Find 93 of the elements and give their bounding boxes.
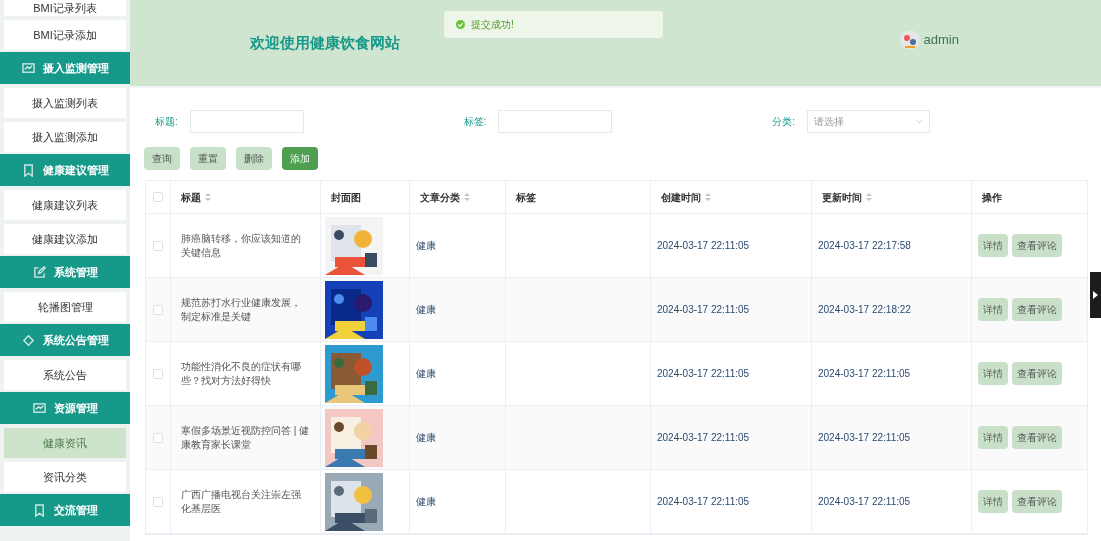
sidebar-item[interactable]: 健康建议列表 — [4, 190, 126, 220]
sidebar-group-label: 健康建议管理 — [42, 162, 109, 178]
table-cell: 寒假多场景近视防控问答 | 健康教育家长课堂 — [181, 423, 310, 452]
checkbox[interactable] — [153, 304, 163, 315]
sidebar-group[interactable]: 摄入监测管理 — [0, 52, 130, 84]
action-button[interactable]: 删除 — [236, 147, 272, 170]
table-cell-text: 功能性消化不良的症状有哪些？找对方法好得快 — [181, 359, 302, 388]
table-cell-text: 2024-03-17 22:11:05 — [818, 495, 911, 509]
chart-icon — [32, 401, 46, 415]
sort-icon[interactable] — [705, 193, 711, 201]
sidebar-group[interactable]: 系统管理 — [0, 256, 130, 288]
row-button[interactable]: 查看评论 — [1012, 426, 1062, 449]
sidebar-group-label: 资源管理 — [53, 400, 98, 416]
table-cell-text: 2024-03-17 22:11:05 — [657, 239, 750, 253]
chevron-down-icon — [916, 119, 923, 124]
column-header: 标签 — [516, 190, 536, 205]
side-toggle-tab[interactable] — [1090, 272, 1101, 318]
chart-icon — [21, 61, 35, 75]
column-header: 操作 — [982, 190, 1002, 205]
table-cell-text: 2024-03-17 22:11:05 — [657, 367, 750, 381]
column-header: 文章分类 — [420, 189, 470, 205]
row-button[interactable]: 查看评论 — [1012, 234, 1062, 257]
success-icon — [456, 20, 465, 29]
row-button[interactable]: 详情 — [978, 490, 1008, 513]
sidebar-group[interactable]: 交流管理 — [0, 494, 130, 526]
filter-label: 标签: — [463, 115, 487, 129]
checkbox[interactable] — [153, 368, 163, 379]
table-cell-text: 2024-03-17 22:18:22 — [818, 303, 911, 317]
column-header: 更新时间 — [822, 189, 872, 205]
sidebar-item[interactable]: 健康建议添加 — [4, 224, 126, 254]
sidebar-group-label: 摄入监测管理 — [42, 60, 109, 76]
table-cell-text: 广西广播电视台关注崇左强化基层医 — [181, 487, 302, 516]
row-button[interactable]: 查看评论 — [1012, 298, 1062, 321]
row-button[interactable]: 详情 — [978, 362, 1008, 385]
diamond-icon — [21, 333, 35, 347]
sidebar-item[interactable]: 资讯分类 — [4, 462, 126, 492]
action-button[interactable]: 查询 — [144, 147, 180, 170]
toast-message: 提交成功! — [471, 18, 514, 32]
sidebar-group-label: 交流管理 — [53, 502, 98, 518]
checkbox[interactable] — [153, 192, 163, 202]
category-select[interactable]: 请选择 — [807, 110, 930, 133]
table-cell-text: 2024-03-17 22:11:05 — [657, 303, 750, 317]
row-button[interactable]: 详情 — [978, 234, 1008, 257]
edit-icon — [32, 265, 46, 279]
table-cell-text: 健康 — [416, 431, 436, 445]
table-cell-text: 健康 — [416, 303, 436, 317]
sidebar-group[interactable]: 健康建议管理 — [0, 154, 130, 186]
checkbox[interactable] — [153, 240, 163, 251]
filter-label: 分类: — [772, 115, 795, 129]
table-cell-text: 2024-03-17 22:11:05 — [657, 431, 750, 445]
checkbox[interactable] — [153, 432, 163, 443]
table-cell-text: 2024-03-17 22:11:05 — [818, 367, 911, 381]
sidebar-group-label: 系统管理 — [53, 264, 98, 280]
sort-icon[interactable] — [205, 193, 211, 201]
site-title: 欢迎使用健康饮食网站 — [250, 32, 400, 53]
row-button[interactable]: 查看评论 — [1012, 362, 1062, 385]
row-button[interactable]: 详情 — [978, 426, 1008, 449]
sidebar-group-label: 系统公告管理 — [42, 332, 109, 348]
sort-icon[interactable] — [866, 193, 872, 201]
filter-input[interactable] — [498, 110, 613, 133]
table-cell-text: 2024-03-17 22:11:05 — [657, 495, 750, 509]
column-header: 封面图 — [331, 190, 361, 205]
table-cell-text: 规范苏打水行业健康发展，制定标准是关键 — [181, 295, 302, 324]
action-button[interactable]: 添加 — [282, 147, 318, 170]
sidebar-item[interactable]: 轮播图管理 — [4, 292, 126, 322]
sort-icon[interactable] — [464, 193, 470, 201]
caret-right-icon — [1093, 291, 1098, 299]
table-cell-text: 肺癌脑转移，你应该知道的关键信息 — [181, 231, 302, 260]
table-cell-text: 健康 — [416, 367, 436, 381]
sidebar-group[interactable]: 系统公告管理 — [0, 324, 130, 356]
action-button[interactable]: 重置 — [190, 147, 226, 170]
bookmark-icon — [32, 503, 46, 517]
sidebar-item[interactable]: 系统公告 — [4, 360, 126, 390]
avatar-icon — [899, 30, 920, 50]
filter-input[interactable] — [189, 110, 304, 133]
column-header: 创建时间 — [661, 189, 711, 205]
sidebar-item[interactable]: BMI记录添加 — [4, 20, 126, 50]
table-cell-text: 2024-03-17 22:17:58 — [818, 239, 911, 253]
table-cell-text: 2024-03-17 22:11:05 — [818, 431, 911, 445]
username: admin — [923, 31, 959, 50]
sidebar-item[interactable]: 摄入监测添加 — [4, 122, 126, 152]
table-cell-text: 健康 — [416, 239, 436, 253]
row-button[interactable]: 查看评论 — [1012, 490, 1062, 513]
checkbox[interactable] — [153, 496, 163, 507]
sidebar-item[interactable]: 摄入监测列表 — [4, 88, 126, 118]
table-cell-text: 健康 — [416, 495, 436, 509]
column-header: 标题 — [181, 189, 211, 205]
sidebar-group[interactable]: 资源管理 — [0, 392, 130, 424]
row-button[interactable]: 详情 — [978, 298, 1008, 321]
bookmark-icon — [21, 163, 35, 177]
sidebar-item[interactable]: BMI记录列表 — [4, 0, 126, 16]
filter-label: 标题: — [155, 115, 178, 129]
sidebar-item[interactable]: 健康资讯 — [4, 428, 126, 458]
